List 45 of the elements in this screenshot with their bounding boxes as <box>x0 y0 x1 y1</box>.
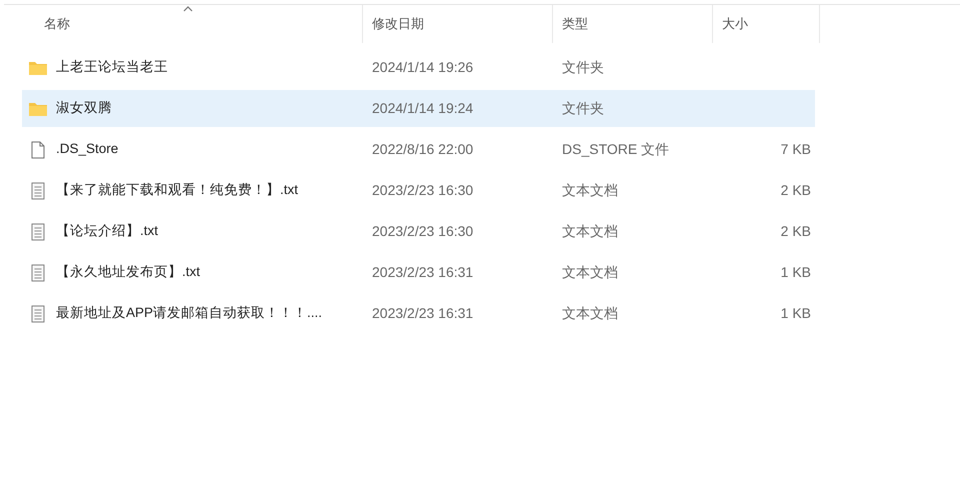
file-name: 淑女双腾 <box>56 99 112 118</box>
date-cell: 2023/2/23 16:31 <box>372 305 474 321</box>
file-row[interactable]: 淑女双腾 2024/1/14 19:24 文件夹 <box>22 90 815 127</box>
text-file-icon <box>31 304 45 322</box>
size-cell: 1 KB <box>780 305 811 321</box>
column-header[interactable]: 修改日期 <box>363 5 553 43</box>
type-cell: 文件夹 <box>562 59 604 75</box>
size-cell: 2 KB <box>780 182 811 198</box>
column-header[interactable]: 类型 <box>553 5 713 43</box>
type-cell: 文本文档 <box>562 264 618 280</box>
size-cell: 1 KB <box>780 264 811 280</box>
file-name: 【来了就能下载和观看！纯免费！】.txt <box>56 181 298 200</box>
date-cell: 2024/1/14 19:24 <box>372 100 474 116</box>
text-file-icon <box>31 264 45 282</box>
file-name: 上老王论坛当老王 <box>56 58 168 76</box>
file-icon <box>31 140 45 158</box>
date-cell: 2023/2/23 16:31 <box>372 264 474 280</box>
date-cell: 2023/2/23 16:30 <box>372 223 474 239</box>
file-name: 最新地址及APP请发邮箱自动获取！！！.... <box>56 304 322 322</box>
size-cell: 2 KB <box>780 223 811 239</box>
file-row[interactable]: 最新地址及APP请发邮箱自动获取！！！.... 2023/2/23 16:31 文本文档 1 KB <box>22 295 815 332</box>
file-row[interactable]: 【来了就能下载和观看！纯免费！】.txt 2023/2/23 16:30 文本文档 2 KB <box>22 172 815 209</box>
file-row[interactable]: 上老王论坛当老王 2024/1/14 19:26 文件夹 <box>22 49 815 86</box>
size-cell: 7 KB <box>780 141 811 157</box>
date-cell: 2023/2/23 16:30 <box>372 182 474 198</box>
file-row[interactable]: 【论坛介绍】.txt 2023/2/23 16:30 文本文档 2 KB <box>22 213 815 250</box>
type-cell: 文件夹 <box>562 100 604 116</box>
file-name: 【论坛介绍】.txt <box>56 222 158 240</box>
type-cell: DS_STORE 文件 <box>562 141 670 157</box>
column-header[interactable]: 大小 <box>713 5 820 43</box>
file-name: .DS_Store <box>56 140 118 158</box>
file-row[interactable]: .DS_Store 2022/8/16 22:00 DS_STORE 文件 7 KB <box>22 131 815 168</box>
type-cell: 文本文档 <box>562 223 618 239</box>
type-cell: 文本文档 <box>562 305 618 321</box>
column-header[interactable]: 名称 <box>4 5 363 43</box>
type-cell: 文本文档 <box>562 182 618 198</box>
file-name: 【永久地址发布页】.txt <box>56 263 200 282</box>
file-row[interactable]: 【永久地址发布页】.txt 2023/2/23 16:31 文本文档 1 KB <box>22 254 815 291</box>
folder-icon <box>28 100 48 116</box>
sort-caret-icon <box>183 6 193 12</box>
text-file-icon <box>31 222 45 240</box>
folder-icon <box>28 60 48 76</box>
date-cell: 2024/1/14 19:26 <box>372 59 474 75</box>
text-file-icon <box>31 182 45 200</box>
date-cell: 2022/8/16 22:00 <box>372 141 474 157</box>
